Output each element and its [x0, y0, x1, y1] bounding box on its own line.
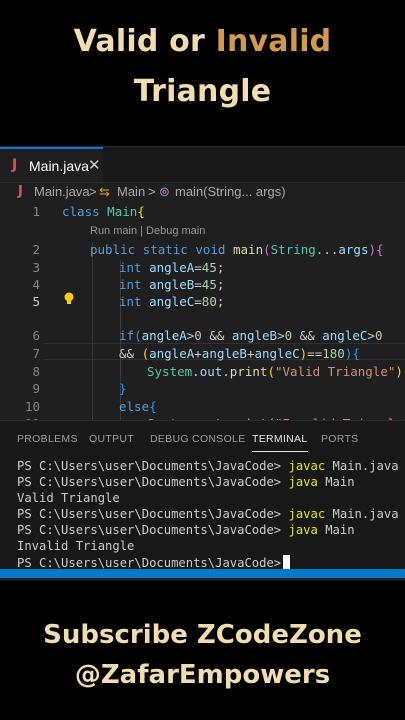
tab-problems[interactable]: PROBLEMS — [17, 433, 78, 445]
line-number: 5 — [32, 294, 40, 309]
terminal-line: Valid Triangle — [17, 491, 120, 505]
terminal-line: PS C:\Users\user\Documents\JavaCode> jav… — [17, 459, 399, 473]
bottom-panel: PROBLEMS OUTPUT DEBUG CONSOLE TERMINAL P… — [0, 420, 405, 581]
code-line: } — [119, 381, 127, 396]
terminal-cursor — [283, 555, 291, 569]
tab-ports[interactable]: PORTS — [321, 433, 358, 445]
line-number: 1 — [32, 204, 40, 219]
line-number: 7 — [32, 346, 40, 361]
code-line: int angleC=80; — [119, 294, 225, 309]
chevron-right-icon: > — [148, 184, 156, 199]
line-number: 6 — [32, 328, 40, 343]
lightbulb-icon[interactable] — [63, 292, 75, 306]
close-icon[interactable]: ✕ — [88, 156, 101, 174]
terminal-line: Invalid Triangle — [17, 539, 135, 553]
indent-guide — [92, 242, 93, 424]
java-file-icon: J — [18, 184, 23, 199]
code-line: public static void main(String...args){ — [90, 242, 384, 257]
line-number: 3 — [32, 260, 40, 275]
code-line: else{ — [119, 399, 157, 414]
banner-title-highlight: Invalid — [215, 24, 332, 59]
line-number: 10 — [24, 399, 40, 414]
breadcrumb-method[interactable]: main(String... args) — [175, 184, 286, 199]
tab-label: Main.java — [29, 158, 89, 174]
breadcrumb-file[interactable]: Main.java — [34, 184, 90, 199]
method-icon: ⊚ — [159, 184, 170, 199]
terminal-prompt[interactable]: PS C:\Users\user\Documents\JavaCode> — [17, 555, 291, 570]
tab-debug-console[interactable]: DEBUG CONSOLE — [150, 433, 246, 445]
code-line: int angleB=45; — [119, 277, 225, 292]
status-bar — [0, 569, 405, 578]
breadcrumb-class[interactable]: Main — [117, 184, 145, 199]
breadcrumb: J Main.java > ⇆ Main > ⊚ main(String... … — [0, 182, 405, 204]
terminal-line: PS C:\Users\user\Documents\JavaCode> jav… — [17, 475, 355, 489]
line-number: 9 — [32, 381, 40, 396]
codelens-run-debug[interactable]: Run main | Debug main — [90, 225, 205, 237]
class-icon: ⇆ — [99, 184, 110, 199]
footer-subscribe: Subscribe ZCodeZone — [43, 620, 362, 650]
code-line: System.out.print("Valid Triangle"); — [147, 364, 405, 379]
line-number: 8 — [32, 364, 40, 379]
chevron-right-icon: > — [89, 184, 97, 199]
tab-terminal[interactable]: TERMINAL — [252, 433, 308, 452]
code-line: && (angleA+angleB+angleC)==180){ — [119, 346, 360, 361]
java-file-icon: J — [12, 157, 18, 173]
code-line: if(angleA>0 && angleB>0 && angleC>0 — [119, 328, 383, 343]
code-area[interactable]: 1 2 3 4 5 6 7 8 9 10 11 class Main{ Run … — [0, 204, 405, 431]
tab-main-java[interactable]: J Main.java ✕ — [0, 147, 103, 182]
terminal-line: PS C:\Users\user\Documents\JavaCode> jav… — [17, 507, 399, 521]
terminal-line: PS C:\Users\user\Documents\JavaCode> jav… — [17, 523, 355, 537]
line-number: 2 — [32, 242, 40, 257]
footer-handle: @ZafarEmpowers — [74, 660, 331, 690]
editor-tab-bar: J Main.java ✕ — [0, 146, 405, 183]
code-line: int angleA=45; — [119, 260, 225, 275]
tab-output[interactable]: OUTPUT — [89, 433, 134, 445]
line-number: 4 — [32, 277, 40, 292]
banner-title-line1: Valid or Invalid — [73, 24, 332, 59]
code-line: class Main{ — [62, 204, 145, 219]
banner-title-line2: Triangle — [133, 74, 272, 109]
